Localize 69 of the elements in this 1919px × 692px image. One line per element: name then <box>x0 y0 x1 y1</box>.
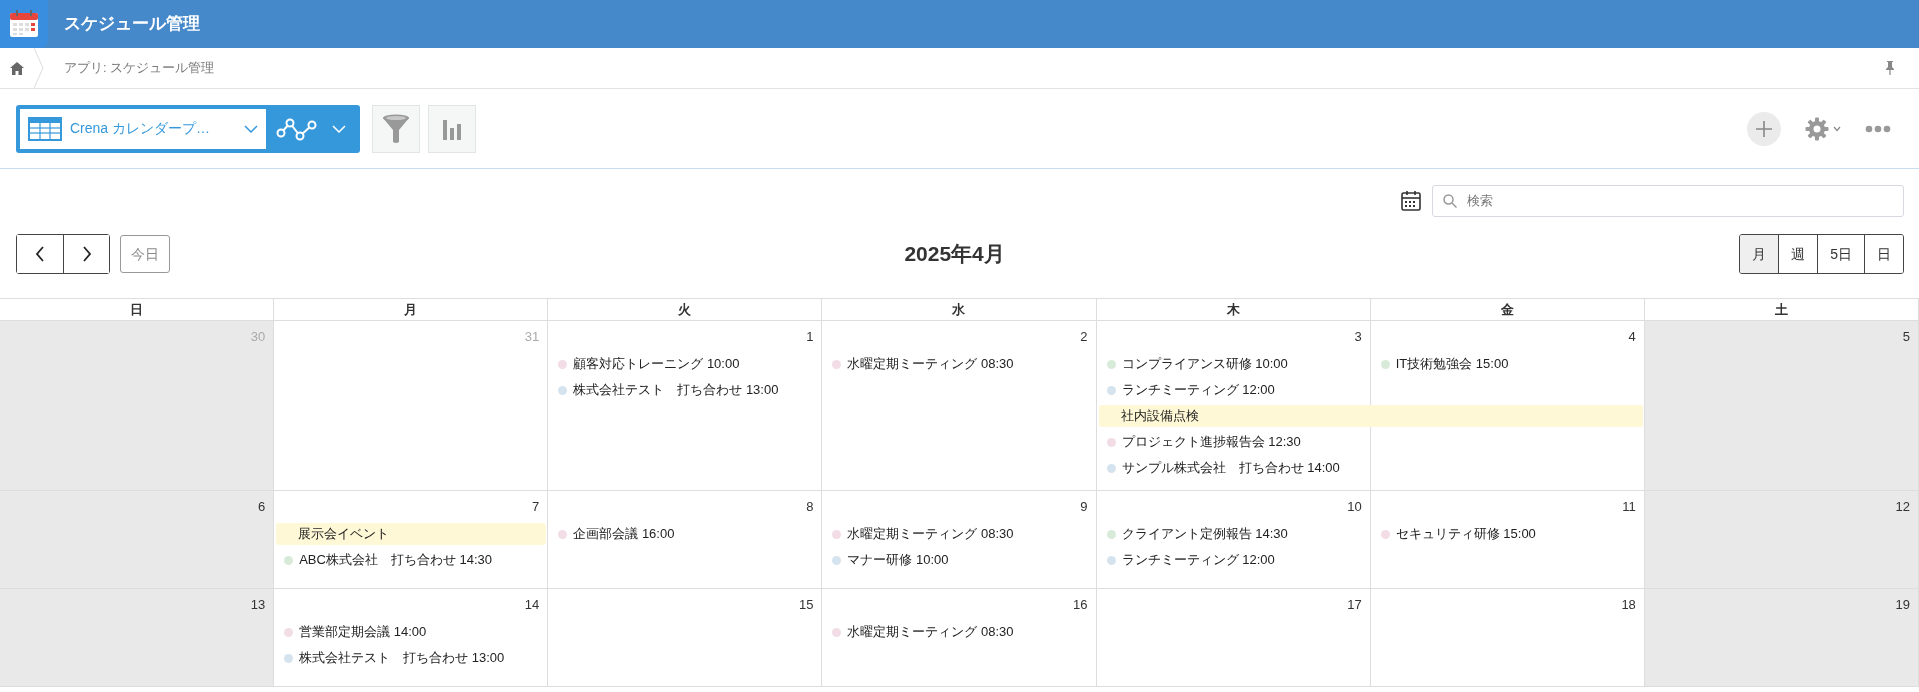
event-label[interactable]: 顧客対応トレーニング 10:00 <box>573 354 740 374</box>
app-calendar-icon <box>0 0 48 48</box>
chevron-down-icon <box>332 124 346 133</box>
chevron-left-icon <box>35 246 45 262</box>
view-tab[interactable]: 月 <box>1740 235 1779 273</box>
filter-button[interactable] <box>372 104 420 153</box>
event-label[interactable]: ランチミーティング 12:00 <box>1121 550 1275 570</box>
event-label[interactable]: 株式会社テスト 打ち合わせ 13:00 <box>299 648 505 668</box>
calendar-icon[interactable] <box>1400 190 1422 212</box>
search-icon <box>1443 194 1457 208</box>
day-number: 31 <box>524 329 540 344</box>
day-number: 30 <box>250 329 266 344</box>
filter-icon <box>382 113 410 144</box>
chart-button[interactable] <box>428 104 476 153</box>
search-box[interactable]: 検索 <box>1432 185 1904 217</box>
day-number: 18 <box>1621 597 1636 612</box>
event-label[interactable]: IT技術勉強会 15:00 <box>1395 354 1509 374</box>
event-label[interactable]: サンプル株式会社 打ち合わせ 14:00 <box>1121 458 1340 478</box>
day-number: 12 <box>1895 499 1910 514</box>
day-number: 14 <box>524 597 540 612</box>
settings-button[interactable] <box>1805 116 1841 141</box>
event-label[interactable]: 企画部会議 16:00 <box>573 524 675 544</box>
bar-chart-icon <box>441 117 463 140</box>
day-number: 5 <box>1902 329 1910 344</box>
day-number: 1 <box>806 329 814 344</box>
event-label[interactable]: ABC株式会社 打ち合わせ 14:30 <box>299 550 492 570</box>
day-number: 16 <box>1073 597 1088 612</box>
day-number: 13 <box>250 597 266 612</box>
chevron-down-icon <box>1833 125 1841 132</box>
plus-icon <box>1755 119 1773 138</box>
event-label[interactable]: 水曜定期ミーティング 08:30 <box>847 354 1014 374</box>
chevron-right-icon <box>81 246 92 262</box>
more-options-button[interactable] <box>1865 124 1891 133</box>
day-number: 15 <box>798 597 814 612</box>
day-number: 17 <box>1347 597 1362 612</box>
day-number: 7 <box>532 499 540 514</box>
day-number: 9 <box>1080 499 1088 514</box>
event-label[interactable]: ランチミーティング 12:00 <box>1121 380 1275 400</box>
breadcrumb-link[interactable]: アプリ: スケジュール管理 <box>64 58 215 78</box>
pin-icon[interactable] <box>1885 61 1895 75</box>
event-label[interactable]: 水曜定期ミーティング 08:30 <box>847 524 1014 544</box>
day-number: 11 <box>1622 499 1636 514</box>
day-number: 3 <box>1354 329 1362 344</box>
table-icon <box>28 116 62 141</box>
day-number: 2 <box>1080 329 1088 344</box>
event-label[interactable]: プロジェクト進捗報告会 12:30 <box>1121 432 1301 452</box>
line-graph-icon <box>276 116 318 141</box>
chevron-down-icon <box>244 124 258 133</box>
event-label[interactable]: クライアント定例報告 14:30 <box>1121 524 1288 544</box>
event-label[interactable]: セキュリティ研修 15:00 <box>1395 524 1536 544</box>
add-button[interactable] <box>1747 111 1781 146</box>
month-title: 2025年4月 <box>904 242 1005 266</box>
day-number: 6 <box>257 499 266 514</box>
event-label[interactable]: 水曜定期ミーティング 08:30 <box>847 622 1014 642</box>
app-title: スケジュール管理 <box>64 13 200 36</box>
event-label[interactable]: 株式会社テスト 打ち合わせ 13:00 <box>573 380 779 400</box>
all-day-event[interactable]: 展示会イベント <box>276 523 547 545</box>
all-day-event[interactable]: 社内設備点検 <box>1098 405 1643 427</box>
view-tab[interactable]: 日 <box>1864 235 1903 273</box>
day-number: 8 <box>806 499 814 514</box>
event-label[interactable]: コンプライアンス研修 10:00 <box>1121 354 1288 374</box>
day-number: 10 <box>1347 499 1362 514</box>
event-label[interactable]: 営業部定期会議 14:00 <box>299 622 427 642</box>
day-number: 19 <box>1895 597 1910 612</box>
today-button[interactable]: 今日 <box>120 235 170 273</box>
day-number: 4 <box>1628 329 1636 344</box>
next-button[interactable] <box>63 235 109 273</box>
event-label[interactable]: マナー研修 10:00 <box>847 550 949 570</box>
more-dots-icon <box>1865 124 1891 133</box>
